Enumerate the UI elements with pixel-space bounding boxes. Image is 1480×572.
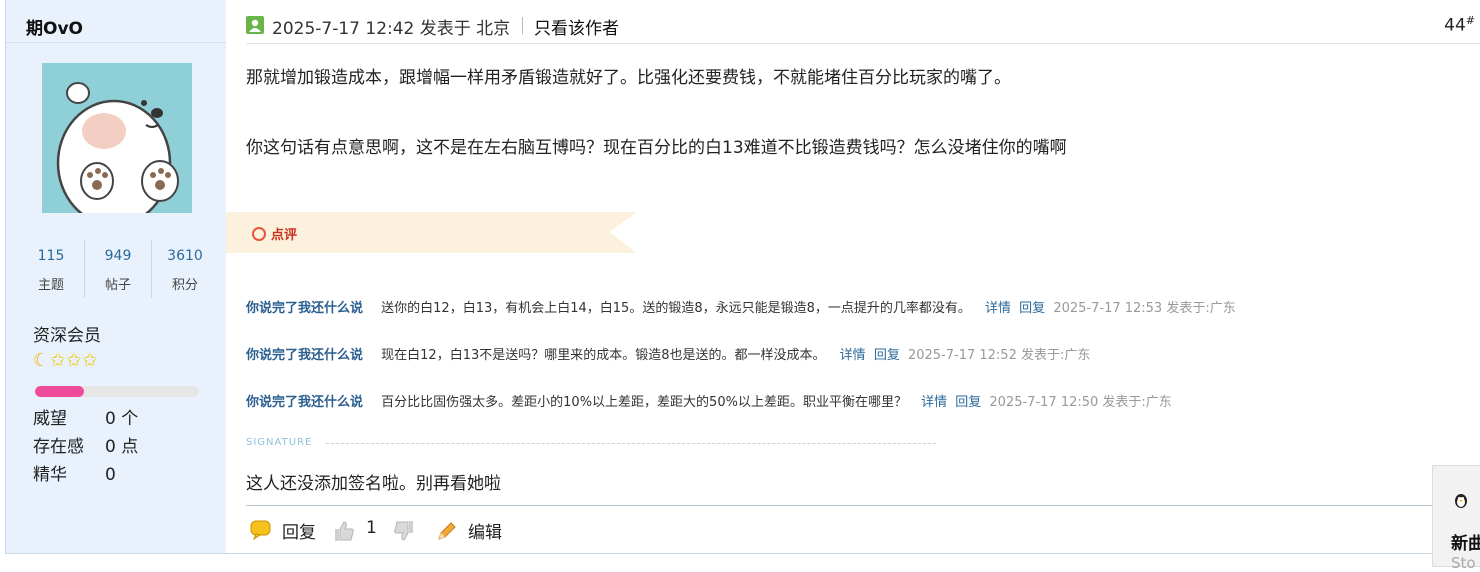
stat-posts[interactable]: 949 帖子	[84, 240, 151, 298]
floor-number[interactable]: 44#	[1444, 14, 1475, 36]
online-status-icon	[246, 16, 264, 34]
comment-text: 送你的白12，白13，有机会上白14，白15。送的锻造8，永远只能是锻造8，一点…	[381, 301, 971, 316]
only-author-link[interactable]: 只看该作者	[534, 14, 619, 39]
comment-author[interactable]: 你说完了我还什么说	[246, 348, 363, 363]
stat-label: 帖子	[104, 278, 131, 293]
forum-post: 期OvO 115 主题 949 帖子 3610 积分 资深会员 ☾✩✩✩ 威望 …	[5, 0, 1480, 554]
floating-widget[interactable]: 新曲 Sto	[1432, 465, 1480, 572]
comment-reply-link[interactable]: 回复	[955, 395, 981, 410]
attribute-key: 精华	[33, 465, 67, 485]
attribute-key: 存在感	[33, 437, 84, 457]
comment-reply-link[interactable]: 回复	[874, 348, 900, 363]
attribute-value: 0 点	[105, 437, 139, 457]
attribute-row: 精华 0	[33, 461, 138, 489]
comment-section-label: 点评	[271, 228, 298, 243]
polar-bear-icon	[42, 63, 192, 213]
post-header: 2025-7-17 12:42 发表于 北京 只看该作者 44#	[246, 12, 1480, 40]
sidebar-divider	[6, 42, 226, 43]
attribute-row: 威望 0 个	[33, 405, 138, 433]
stat-threads[interactable]: 115 主题	[18, 240, 84, 298]
stat-label: 积分	[171, 278, 198, 293]
user-rank[interactable]: 资深会员	[33, 321, 101, 346]
comment-detail-link[interactable]: 详情	[840, 348, 866, 363]
like-count: 1	[366, 518, 377, 538]
post-datetime: 2025-7-17 12:42 发表于 北京	[272, 19, 511, 39]
floor-value: 44	[1444, 15, 1466, 36]
signature-divider: SIGNATURE	[246, 437, 936, 451]
footer-separator	[246, 505, 1436, 506]
comment-reply-link[interactable]: 回复	[1019, 301, 1045, 316]
speech-bubble-icon[interactable]	[250, 520, 272, 545]
dashed-line	[326, 443, 936, 444]
signature-label: SIGNATURE	[246, 437, 313, 448]
comment-text: 现在白12，白13不是送吗？哪里来的成本。锻造8也是送的。都一样没成本。	[381, 348, 826, 363]
comment-meta: 2025-7-17 12:52 发表于:广东	[907, 348, 1091, 363]
header-divider	[522, 17, 523, 34]
attribute-value: 0 个	[105, 409, 139, 429]
widget-subtitle: Sto	[1451, 554, 1476, 572]
stat-value: 3610	[167, 248, 203, 264]
attribute-key: 威望	[33, 409, 67, 429]
comment-author[interactable]: 你说完了我还什么说	[246, 301, 363, 316]
username[interactable]: 期OvO	[26, 14, 83, 39]
rank-stars: ☾✩✩✩	[33, 352, 98, 370]
post-paragraph: 那就增加锻造成本，跟增幅一样用矛盾锻造就好了。比强化还要费钱，不就能堵住百分比玩…	[246, 68, 1011, 88]
user-sidebar: 期OvO 115 主题 949 帖子 3610 积分 资深会员 ☾✩✩✩ 威望 …	[6, 0, 226, 553]
signature-text: 这人还没添加签名啦。别再看她啦	[246, 474, 501, 494]
comment-meta: 2025-7-17 12:53 发表于:广东	[1053, 301, 1236, 316]
stat-value: 115	[37, 248, 65, 264]
comment-item: 你说完了我还什么说 现在白12，白13不是送吗？哪里来的成本。锻造8也是送的。都…	[246, 344, 1090, 363]
thumbs-down-icon[interactable]	[394, 520, 414, 547]
avatar[interactable]	[42, 63, 192, 213]
pencil-icon[interactable]	[436, 520, 458, 547]
stat-points[interactable]: 3610 积分	[151, 240, 218, 298]
rank-progress-bar	[35, 386, 199, 397]
comment-text: 百分比比固伤强太多。差距小的10%以上差距，差距大的50%以上差距。职业平衡在哪…	[381, 395, 907, 410]
comment-author[interactable]: 你说完了我还什么说	[246, 395, 363, 410]
floor-mark: #	[1465, 14, 1475, 27]
stat-value: 949	[104, 248, 132, 264]
reply-button[interactable]: 回复	[282, 518, 316, 543]
comment-item: 你说完了我还什么说 百分比比固伤强太多。差距小的10%以上差距，差距大的50%以…	[246, 391, 1172, 410]
attribute-row: 存在感 0 点	[33, 433, 138, 461]
post-content: 2025-7-17 12:42 发表于 北京 只看该作者 44# 那就增加锻造成…	[226, 0, 1480, 553]
attribute-value: 0	[105, 465, 116, 485]
widget-title: 新曲	[1451, 534, 1480, 554]
comment-meta: 2025-7-17 12:50 发表于:广东	[989, 395, 1172, 410]
thumbs-up-icon[interactable]	[334, 520, 354, 547]
comment-detail-link[interactable]: 详情	[921, 395, 947, 410]
circle-icon	[252, 227, 266, 241]
edit-button[interactable]: 编辑	[468, 518, 502, 543]
header-separator	[246, 43, 1480, 44]
banner-notch	[609, 212, 637, 253]
stat-label: 主题	[37, 278, 64, 293]
user-stats: 115 主题 949 帖子 3610 积分	[18, 240, 218, 298]
comment-item: 你说完了我还什么说 送你的白12，白13，有机会上白14，白15。送的锻造8，永…	[246, 297, 1236, 316]
comment-detail-link[interactable]: 详情	[985, 301, 1011, 316]
star-icon: ✩✩✩	[50, 350, 99, 371]
post-paragraph: 你这句话有点意思啊，这不是在左右脑互博吗？现在百分比的白13难道不比锻造费钱吗？…	[246, 138, 1067, 158]
user-attributes: 威望 0 个 存在感 0 点 精华 0	[33, 405, 138, 489]
comment-section-header: 点评	[226, 212, 637, 253]
penguin-icon[interactable]	[1453, 492, 1469, 508]
rank-progress-fill	[35, 386, 85, 397]
moon-icon: ☾	[33, 350, 51, 371]
